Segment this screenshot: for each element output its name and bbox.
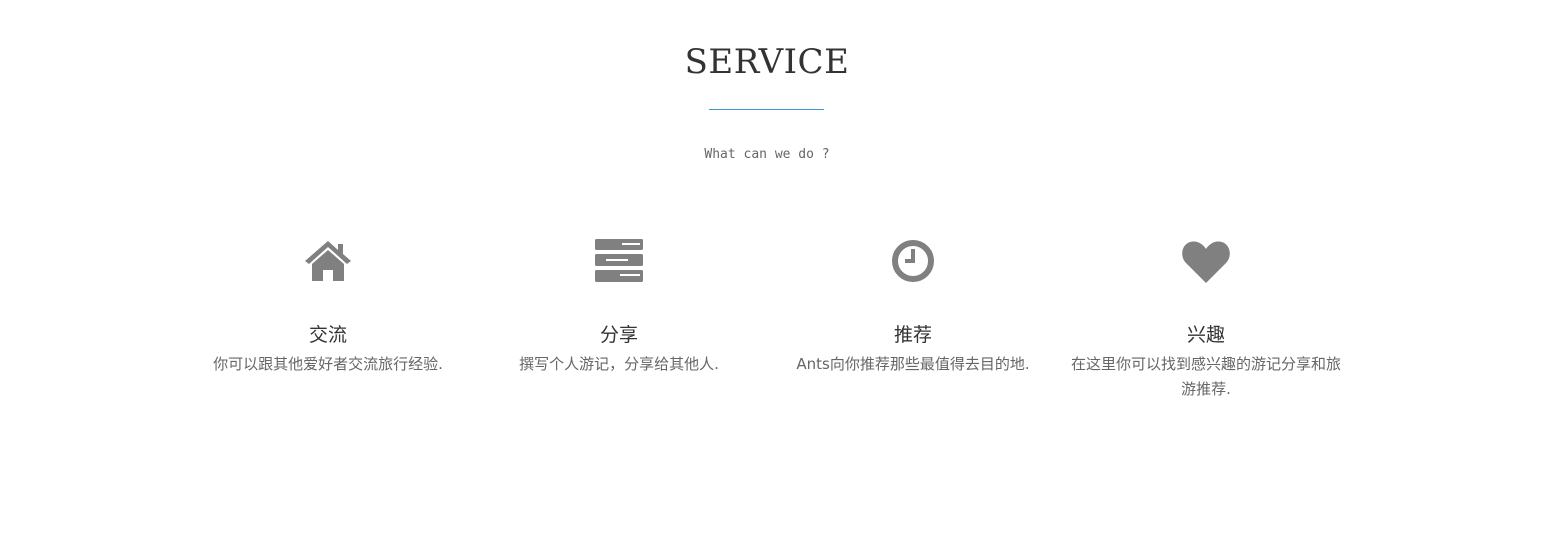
service-title: 交流 <box>308 324 347 346</box>
service-title: 分享 <box>599 324 638 346</box>
section-subtitle: What can we do ? <box>704 147 830 162</box>
service-card-recommend: 推荐 Ants向你推荐那些最值得去目的地. <box>773 230 1053 377</box>
service-description: Ants向你推荐那些最值得去目的地. <box>796 355 1030 373</box>
home-icon <box>301 234 355 288</box>
tasks-icon <box>592 234 646 288</box>
title-underline <box>709 109 824 110</box>
service-title: 兴趣 <box>1186 324 1225 346</box>
service-description: 撰写个人游记，分享给其他人. <box>519 355 719 373</box>
service-card-exchange: 交流 你可以跟其他爱好者交流旅行经验. <box>188 230 468 377</box>
clock-icon <box>886 234 940 288</box>
service-description: 在这里你可以找到感兴趣的游记分享和旅游推荐. <box>1071 355 1342 398</box>
service-description: 你可以跟其他爱好者交流旅行经验. <box>213 355 443 373</box>
heart-icon <box>1179 234 1233 288</box>
service-card-share: 分享 撰写个人游记，分享给其他人. <box>479 230 759 377</box>
service-card-interest: 兴趣 在这里你可以找到感兴趣的游记分享和旅游推荐. <box>1066 230 1346 402</box>
service-title: 推荐 <box>893 324 932 346</box>
section-title: SERVICE <box>684 42 850 82</box>
